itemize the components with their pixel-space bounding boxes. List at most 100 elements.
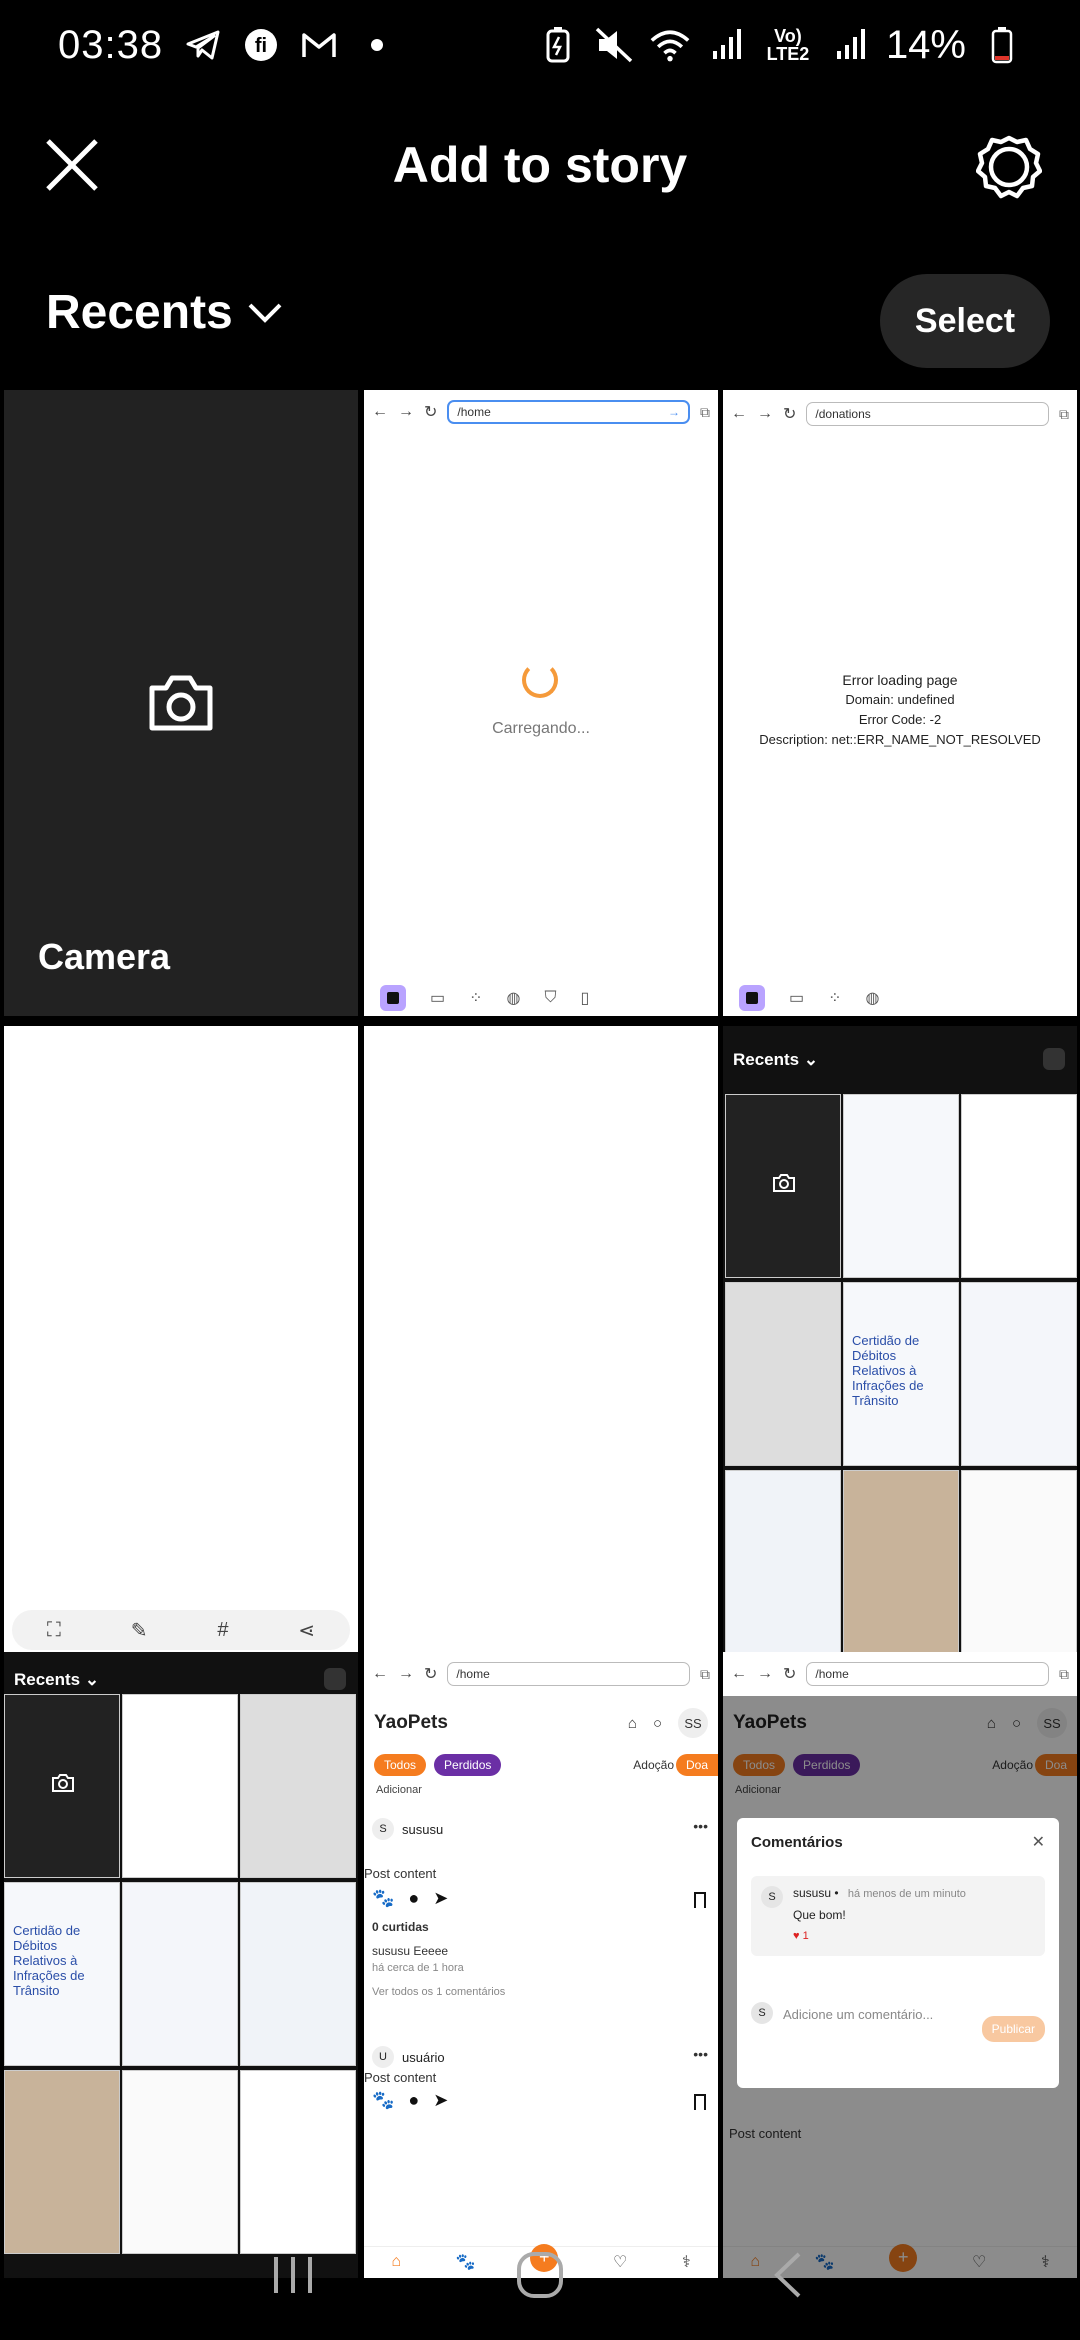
grid-icon: ⁘	[469, 990, 483, 1007]
post-username: sususu	[402, 1821, 444, 1837]
view-comments: Ver todos os 1 comentários	[372, 1986, 506, 1998]
chevron-down-icon	[248, 303, 282, 323]
external-link-icon: ⧉	[700, 1665, 710, 1682]
back-arrow-icon: ←	[731, 405, 747, 422]
media-thumbnail-error[interactable]: ← → ↻ /donations ⧉ Error loading page Do…	[723, 390, 1077, 1016]
back-arrow-icon: ←	[731, 1665, 747, 1682]
send-icon: ➤	[433, 1888, 449, 1908]
more-icon: •••	[693, 2046, 708, 2062]
nested-cell: Certidão de Débitos Relativos à Infraçõe…	[843, 1282, 959, 1466]
page-title: Add to story	[392, 137, 688, 193]
yaopets-header-icons: ⌂ ○ SS	[628, 1708, 708, 1738]
close-button[interactable]	[42, 135, 102, 195]
recents-apps-button[interactable]	[258, 2240, 328, 2310]
back-arrow-icon: ←	[372, 403, 388, 420]
media-thumbnail-comments[interactable]: ← → ↻ /home ⧉ YaoPets ⌂ ○ SS Todos Perdi…	[723, 1652, 1077, 2278]
nested-camera-cell	[4, 1694, 120, 1878]
chip-perdidos: Perdidos	[434, 1754, 502, 1776]
notification-icons: fi	[183, 25, 397, 65]
back-button[interactable]	[752, 2240, 822, 2310]
close-icon: ✕	[1031, 1834, 1045, 1851]
reload-icon: ↻	[424, 404, 438, 421]
globe-icon: ◍	[506, 990, 521, 1007]
recent-apps-icon	[274, 2257, 313, 2293]
home-button[interactable]	[505, 2240, 575, 2310]
url-bar: /home	[806, 1662, 1049, 1686]
post-content: Post content	[364, 2070, 437, 2085]
album-row: Recents Select	[0, 270, 1080, 370]
nested-cell	[725, 1282, 841, 1466]
chat-icon: ○	[652, 1714, 662, 1732]
bookmark-icon	[694, 1892, 706, 1908]
media-thumbnail-yaopets[interactable]: ← → ↻ /home ⧉ YaoPets ⌂ ○ SS Todos Perdi…	[364, 1652, 718, 2278]
adocao-label: Adoção	[633, 1758, 674, 1772]
nested-recents-label: Recents ⌄	[733, 1050, 819, 1069]
more-icon: •••	[693, 1818, 708, 1834]
comment-likes: ♥ 1	[793, 1930, 809, 1942]
camera-icon	[149, 675, 213, 731]
media-thumbnail-nested-recents[interactable]: Recents ⌄ Certidão de Débitos Relativos …	[723, 1026, 1077, 1652]
url-bar: /home	[447, 1662, 690, 1686]
status-time: 03:38	[58, 22, 164, 67]
media-thumbnail-loading[interactable]: ← → ↻ /home → ⧉ Carregando... ▭ ⁘ ◍ ⛉ ▯	[364, 390, 718, 1016]
post-actions: 🐾 ● ➤	[372, 2090, 448, 2111]
comment-text: Que bom!	[793, 1908, 846, 1922]
yaopets-brand: YaoPets	[374, 1712, 448, 1733]
comment-icon: ●	[408, 1888, 420, 1908]
nested-dog-photo	[843, 1470, 959, 1652]
nested-cell	[961, 1470, 1077, 1652]
comments-modal: Comentários ✕ S sususu • há menos de um …	[737, 1818, 1059, 2088]
share-icon: ⋖	[298, 1619, 316, 1642]
battery-icon	[982, 25, 1022, 65]
crop-icon: ⛶	[46, 1618, 61, 1641]
camera-tile[interactable]: Camera	[4, 390, 358, 1016]
bottom-toolbar: ▭ ⁘ ◍	[723, 980, 1077, 1016]
nested-recents-label: Recents ⌄	[14, 1670, 100, 1689]
media-thumbnail-white[interactable]	[364, 1026, 718, 1652]
url-text: /donations	[815, 407, 871, 421]
browser-bar: ← → ↻ /donations ⧉	[723, 392, 1077, 436]
nested-grid: Certidão de Débitos Relativos à Infraçõe…	[4, 1694, 358, 2254]
home-circle-icon	[516, 2252, 563, 2298]
post-caption: sususu Eeeee	[372, 1944, 449, 1958]
error-description: Description: net::ERR_NAME_NOT_RESOLVED	[759, 732, 1041, 747]
battery-percentage: 14%	[885, 22, 966, 67]
error-domain: Domain: undefined	[845, 692, 955, 707]
comment-item: S sususu • há menos de um minuto Que bom…	[751, 1876, 1045, 1956]
avatar: S	[761, 1886, 783, 1908]
edit-toolbar: ⛶ ✎ # ⋖	[12, 1610, 350, 1650]
paw-icon: 🐾	[372, 1888, 395, 1908]
forward-arrow-icon: →	[757, 1665, 773, 1682]
recents-dropdown[interactable]: Recents	[46, 285, 283, 340]
select-button[interactable]: Select	[880, 274, 1050, 368]
svg-text:fi: fi	[255, 35, 267, 57]
media-thumbnail-nested-recents-2[interactable]: Recents ⌄ Certidão de Débitos Relativos …	[4, 1652, 358, 2278]
nested-cell	[725, 1470, 841, 1652]
shield-icon: ⛉	[544, 989, 557, 1006]
likes-count: 0 curtidas	[372, 1920, 429, 1934]
nested-cell	[122, 1694, 238, 1878]
nested-cell	[122, 1882, 238, 2066]
monitor-icon: ▭	[789, 990, 805, 1007]
url-text: /home	[456, 1667, 490, 1681]
modal-title: Comentários	[751, 1834, 843, 1851]
nested-cell	[240, 1882, 356, 2066]
browser-bar: ← → ↻ /home ⧉	[364, 1652, 718, 1696]
avatar: SS	[678, 1708, 708, 1738]
nested-cert-title: Certidão de Débitos Relativos à Infraçõe…	[13, 1923, 85, 1998]
comment-author: sususu • há menos de um minuto	[793, 1886, 966, 1900]
media-thumbnail-blank[interactable]: ⛶ ✎ # ⋖	[4, 1026, 358, 1652]
error-code: Error Code: -2	[858, 712, 942, 727]
network-label: Vo) LTE2	[766, 26, 810, 64]
settings-button[interactable]	[975, 134, 1043, 200]
yaopets-page: YaoPets ⌂ ○ SS Todos Perdidos Adoção Doa…	[364, 1696, 718, 2276]
battery-saver-icon	[538, 25, 578, 65]
nested-camera-cell	[725, 1094, 841, 1278]
error-title: Error loading page	[842, 672, 958, 688]
mute-icon	[594, 25, 634, 65]
send-icon: ➤	[433, 2090, 449, 2110]
camera-icon	[52, 1774, 74, 1792]
post-author: S sususu	[372, 1818, 443, 1840]
reload-icon: ↻	[783, 406, 797, 423]
nested-cell	[961, 1094, 1077, 1278]
